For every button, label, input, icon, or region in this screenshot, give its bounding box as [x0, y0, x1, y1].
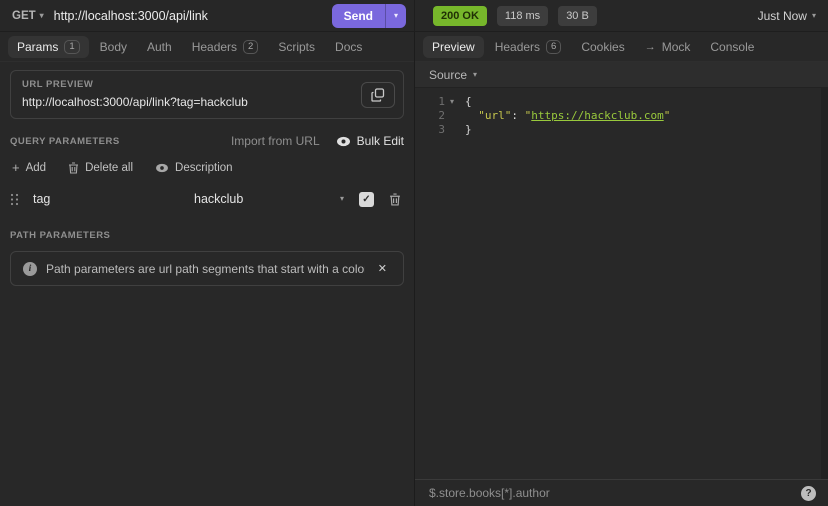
tab-auth[interactable]: Auth — [138, 36, 181, 58]
param-enabled-checkbox[interactable]: ✓ — [359, 192, 374, 207]
history-label: Just Now — [758, 9, 807, 23]
query-params-actions: + Add Delete all Descri — [10, 161, 404, 174]
tab-console[interactable]: Console — [701, 36, 763, 58]
tab-headers-label: Headers — [192, 40, 237, 54]
tab-response-headers-label: Headers — [495, 40, 540, 54]
path-params-info-banner: i Path parameters are url path segments … — [10, 251, 404, 286]
eye-icon — [336, 136, 351, 147]
line-number: 2 — [417, 109, 445, 123]
delete-param-button[interactable] — [389, 193, 401, 206]
trash-icon — [68, 162, 79, 174]
line-number: 1 — [417, 95, 445, 109]
eye-icon — [155, 163, 169, 173]
code-line: 1 ▾ { — [415, 95, 828, 109]
url-input[interactable]: http://localhost:3000/api/link — [54, 9, 208, 23]
arrow-right-icon: → — [645, 41, 656, 53]
send-button[interactable]: Send ▾ — [332, 4, 406, 28]
json-key: "url" — [478, 109, 511, 122]
tab-response-headers[interactable]: Headers 6 — [486, 36, 571, 58]
view-mode-dropdown[interactable]: Source ▾ — [415, 62, 828, 88]
send-label[interactable]: Send — [332, 4, 385, 28]
tab-params-label: Params — [17, 40, 58, 54]
method-select[interactable]: GET ▾ — [12, 10, 44, 22]
delete-all-button[interactable]: Delete all — [68, 162, 133, 174]
line-number: 3 — [417, 123, 445, 137]
size-badge: 30 B — [558, 6, 597, 26]
plus-icon: + — [12, 161, 20, 174]
path-params-info-text: Path parameters are url path segments th… — [46, 262, 365, 276]
chevron-down-icon: ▾ — [394, 12, 398, 20]
add-label: Add — [26, 162, 46, 174]
request-url-bar: GET ▾ http://localhost:3000/api/link Sen… — [0, 0, 414, 31]
delete-all-label: Delete all — [85, 162, 133, 174]
check-icon: ✓ — [362, 194, 370, 205]
copy-url-button[interactable] — [361, 82, 395, 108]
add-param-button[interactable]: + Add — [12, 161, 46, 174]
response-tabs: Preview Headers 6 Cookies → Mock Console — [415, 32, 828, 62]
param-value-input[interactable]: hackclub — [194, 192, 340, 206]
response-meta-bar: 200 OK 118 ms 30 B Just Now ▾ — [414, 0, 828, 31]
tab-headers[interactable]: Headers 2 — [183, 36, 268, 58]
chevron-down-icon: ▾ — [473, 71, 477, 79]
response-headers-count-badge: 6 — [546, 40, 561, 54]
param-name-input[interactable]: tag — [33, 192, 194, 206]
top-bar: GET ▾ http://localhost:3000/api/link Sen… — [0, 0, 828, 32]
json-open-brace: { — [465, 95, 472, 108]
request-panel: Params 1 Body Auth Headers 2 Scripts Doc… — [0, 32, 414, 506]
param-row-tag: tag hackclub ▾ ✓ — [10, 185, 404, 213]
headers-count-badge: 2 — [243, 40, 258, 54]
response-filter-bar: ? — [415, 479, 828, 506]
jsonpath-filter-input[interactable] — [429, 486, 793, 500]
chevron-down-icon: ▾ — [812, 12, 816, 20]
url-preview-value: http://localhost:3000/api/link?tag=hackc… — [22, 95, 359, 109]
tab-params[interactable]: Params 1 — [8, 36, 89, 58]
fold-chevron-icon[interactable]: ▾ — [445, 95, 459, 109]
vertical-scrollbar[interactable] — [821, 88, 828, 479]
query-params-header: QUERY PARAMETERS Import from URL Bulk Ed… — [10, 134, 404, 148]
params-content: URL PREVIEW http://localhost:3000/api/li… — [0, 62, 414, 506]
url-preview-label: URL PREVIEW — [22, 79, 359, 90]
query-params-label: QUERY PARAMETERS — [10, 136, 120, 147]
duration-badge: 118 ms — [497, 6, 548, 26]
status-badge: 200 OK — [433, 6, 487, 26]
view-mode-label: Source — [429, 68, 467, 82]
drag-handle-icon[interactable] — [10, 193, 24, 206]
param-options-chevron[interactable]: ▾ — [340, 195, 344, 203]
tab-preview[interactable]: Preview — [423, 36, 484, 58]
json-colon: : — [511, 109, 524, 122]
description-label: Description — [175, 162, 233, 174]
tab-docs[interactable]: Docs — [326, 36, 371, 58]
url-preview-box: URL PREVIEW http://localhost:3000/api/li… — [10, 70, 404, 119]
app-window: GET ▾ http://localhost:3000/api/link Sen… — [0, 0, 828, 506]
tab-mock-label: Mock — [662, 40, 691, 54]
info-icon: i — [23, 262, 37, 276]
tab-mock[interactable]: → Mock — [636, 36, 700, 58]
json-quote: " — [664, 109, 671, 122]
filter-help-icon[interactable]: ? — [801, 486, 816, 501]
params-count-badge: 1 — [64, 40, 79, 54]
code-line: 2 "url": "https://hackclub.com" — [415, 109, 828, 123]
response-panel: Preview Headers 6 Cookies → Mock Console… — [414, 32, 828, 506]
send-options-button[interactable]: ▾ — [385, 4, 406, 28]
dismiss-info-button[interactable]: ✕ — [374, 260, 391, 277]
history-dropdown[interactable]: Just Now ▾ — [758, 9, 816, 23]
description-toggle[interactable]: Description — [155, 162, 233, 174]
tab-scripts[interactable]: Scripts — [269, 36, 324, 58]
response-url-link[interactable]: https://hackclub.com — [531, 109, 663, 122]
response-body-editor[interactable]: 1 ▾ { 2 "url": "https://hackclub.com" 3 — [415, 88, 828, 479]
tab-body[interactable]: Body — [91, 36, 136, 58]
copy-icon — [371, 88, 385, 102]
bulk-edit-label: Bulk Edit — [357, 134, 404, 148]
bulk-edit-toggle[interactable]: Bulk Edit — [336, 134, 404, 148]
request-tabs: Params 1 Body Auth Headers 2 Scripts Doc… — [0, 32, 414, 62]
json-close-brace: } — [465, 123, 472, 136]
import-from-url-button[interactable]: Import from URL — [231, 134, 320, 148]
code-line: 3 } — [415, 123, 828, 137]
chevron-down-icon: ▾ — [40, 12, 44, 20]
path-params-label: PATH PARAMETERS — [10, 230, 404, 241]
tab-cookies[interactable]: Cookies — [572, 36, 633, 58]
method-label: GET — [12, 10, 36, 22]
